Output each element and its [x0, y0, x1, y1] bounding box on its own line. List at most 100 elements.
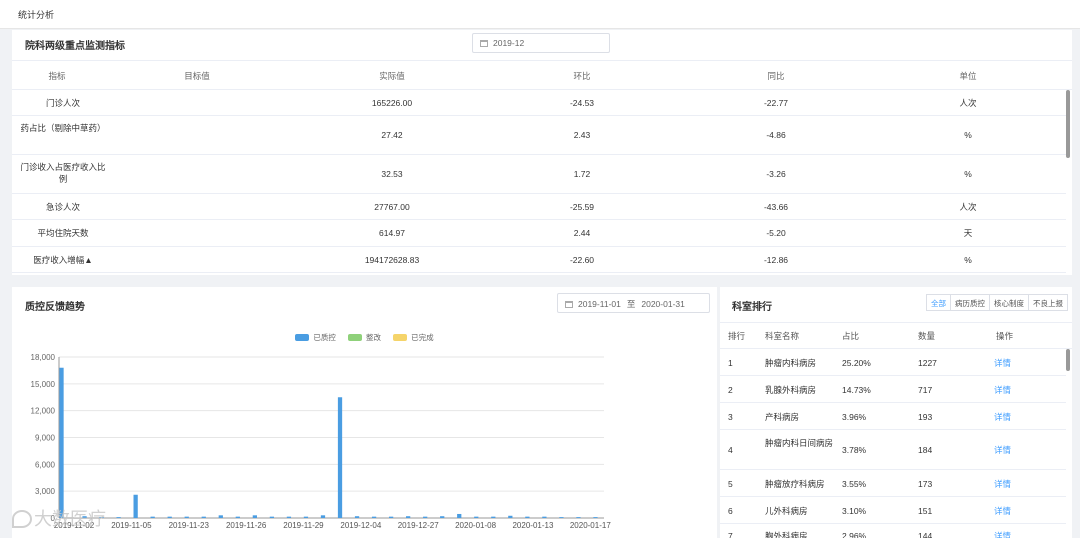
indicator-name: 门诊人次 — [45, 98, 80, 108]
filter-adverse-report[interactable]: 不良上报 — [1028, 294, 1068, 311]
dept-name: 产科病房 — [765, 412, 800, 422]
table-row: 6 儿外科病房 3.10% 151 详情 — [720, 497, 1066, 524]
indicator-mom: -24.53 — [569, 98, 595, 108]
table-row: 4 肿瘤内科日间病房 3.78% 184 详情 — [720, 430, 1066, 470]
chart-bar — [525, 516, 530, 518]
x-tick-label: 2019-11-26 — [226, 521, 267, 530]
indicator-yoy: -4.86 — [766, 130, 786, 140]
chart-bar — [286, 516, 292, 518]
ranking-filter-group: 全部 病历质控 核心制度 不良上报 — [926, 294, 1068, 311]
indicators-month-picker[interactable]: 2019-12 — [472, 33, 610, 53]
dept-ratio: 25.20% — [842, 358, 871, 368]
filter-core-system[interactable]: 核心制度 — [989, 294, 1029, 311]
table-row: 急诊人次 27767.00 -25.59 -43.66 人次 — [12, 194, 1066, 220]
legend-item[interactable]: 已完成 — [393, 332, 434, 343]
indicators-title: 院科两级重点监测指标 — [25, 41, 125, 52]
chart-bar — [593, 517, 598, 518]
trend-date-separator: 至 — [626, 299, 636, 309]
chart-bar — [457, 513, 462, 518]
chart-bar — [474, 516, 479, 518]
dept-count: 717 — [918, 385, 933, 395]
dept-count: 151 — [918, 506, 933, 516]
dept-ratio: 2.96% — [842, 531, 867, 538]
dept-count: 173 — [918, 479, 933, 489]
indicators-scrollbar[interactable] — [1066, 90, 1070, 158]
legend-label: 整改 — [366, 333, 381, 342]
detail-link[interactable]: 详情 — [994, 478, 1011, 490]
chart-bar — [576, 517, 581, 518]
dept-ratio: 3.96% — [842, 412, 867, 422]
indicator-name: 医疗收入增幅▲ — [33, 255, 93, 265]
indicator-unit: % — [964, 130, 972, 140]
y-tick-label: 3,000 — [35, 487, 56, 496]
x-tick-label: 2019-11-05 — [111, 521, 152, 530]
col-header-target: 目标值 — [184, 71, 210, 81]
top-bar: 统计分析 — [0, 0, 1080, 29]
dept-count: 184 — [918, 445, 933, 455]
indicator-mom: 2.43 — [573, 130, 591, 140]
detail-link[interactable]: 详情 — [994, 444, 1011, 456]
dept-count: 193 — [918, 412, 933, 422]
indicator-unit: 人次 — [959, 202, 977, 212]
chart-bar — [508, 515, 513, 518]
ranking-scrollbar[interactable] — [1066, 349, 1070, 371]
x-tick-label: 2020-01-17 — [570, 521, 611, 530]
detail-link[interactable]: 详情 — [994, 411, 1011, 423]
dept-name: 肿瘤放疗科病房 — [765, 479, 825, 489]
page-title: 统计分析 — [18, 10, 55, 20]
col-header-yoy: 同比 — [767, 71, 785, 81]
indicator-name: 急诊人次 — [45, 202, 80, 212]
indicator-unit: % — [964, 255, 972, 265]
indicators-table-header: 指标 目标值 实际值 环比 同比 单位 — [12, 60, 1072, 90]
x-tick-label: 2019-12-27 — [398, 521, 439, 530]
indicator-name: 药占比（剔除中草药） — [20, 123, 106, 133]
dept-ratio: 3.78% — [842, 445, 867, 455]
chart-bar — [559, 517, 564, 518]
detail-link[interactable]: 详情 — [994, 357, 1011, 369]
chart-bar — [542, 516, 547, 518]
chart-bar — [252, 515, 257, 518]
legend-item[interactable]: 已质控 — [295, 332, 336, 343]
col-header-rank: 排行 — [728, 331, 746, 341]
dept-count: 1227 — [918, 358, 937, 368]
dept-ratio: 3.10% — [842, 506, 867, 516]
indicator-actual: 165226.00 — [371, 98, 413, 108]
detail-link[interactable]: 详情 — [994, 384, 1011, 396]
dept-count: 144 — [918, 531, 933, 538]
y-tick-label: 15,000 — [31, 380, 56, 389]
indicator-yoy: -12.86 — [763, 255, 789, 265]
watermark-logo-icon — [12, 510, 32, 528]
chart-bar — [184, 516, 189, 518]
indicator-yoy: -5.20 — [766, 228, 786, 238]
chart-bar — [269, 516, 275, 518]
indicators-panel: 院科两级重点监测指标 2019-12 指标 目标值 实际值 环比 同比 单位 门… — [12, 30, 1072, 275]
dept-ratio: 3.55% — [842, 479, 867, 489]
legend-swatch — [348, 334, 362, 341]
chart-bar — [235, 516, 240, 518]
filter-record-qc[interactable]: 病历质控 — [950, 294, 990, 311]
indicator-actual: 194172628.83 — [364, 255, 420, 265]
table-row: 5 肿瘤放疗科病房 3.55% 173 详情 — [720, 470, 1066, 497]
col-header-unit: 单位 — [959, 71, 977, 81]
indicator-unit: 天 — [963, 228, 973, 238]
indicator-mom: 1.72 — [573, 169, 591, 179]
detail-link[interactable]: 详情 — [994, 505, 1011, 517]
y-tick-label: 9,000 — [35, 434, 56, 443]
rank-number: 3 — [728, 412, 733, 422]
rank-number: 5 — [728, 479, 733, 489]
filter-all[interactable]: 全部 — [926, 294, 951, 311]
col-header-indicator: 指标 — [48, 71, 66, 81]
chart-bar — [388, 516, 394, 518]
legend-swatch — [295, 334, 310, 341]
detail-link[interactable]: 详情 — [994, 530, 1011, 538]
x-tick-label: 2020-01-08 — [455, 521, 496, 530]
legend-item[interactable]: 整改 — [348, 332, 381, 343]
x-tick-label: 2019-11-29 — [283, 521, 324, 530]
trend-date-range-picker[interactable]: 2019-11-01 至 2020-01-31 — [557, 293, 710, 313]
rank-number: 4 — [728, 445, 733, 455]
dept-name: 儿外科病房 — [765, 506, 808, 516]
y-tick-label: 6,000 — [35, 460, 56, 469]
indicator-yoy: -22.77 — [763, 98, 789, 108]
rank-number: 6 — [728, 506, 733, 516]
chart-bar — [59, 367, 64, 518]
